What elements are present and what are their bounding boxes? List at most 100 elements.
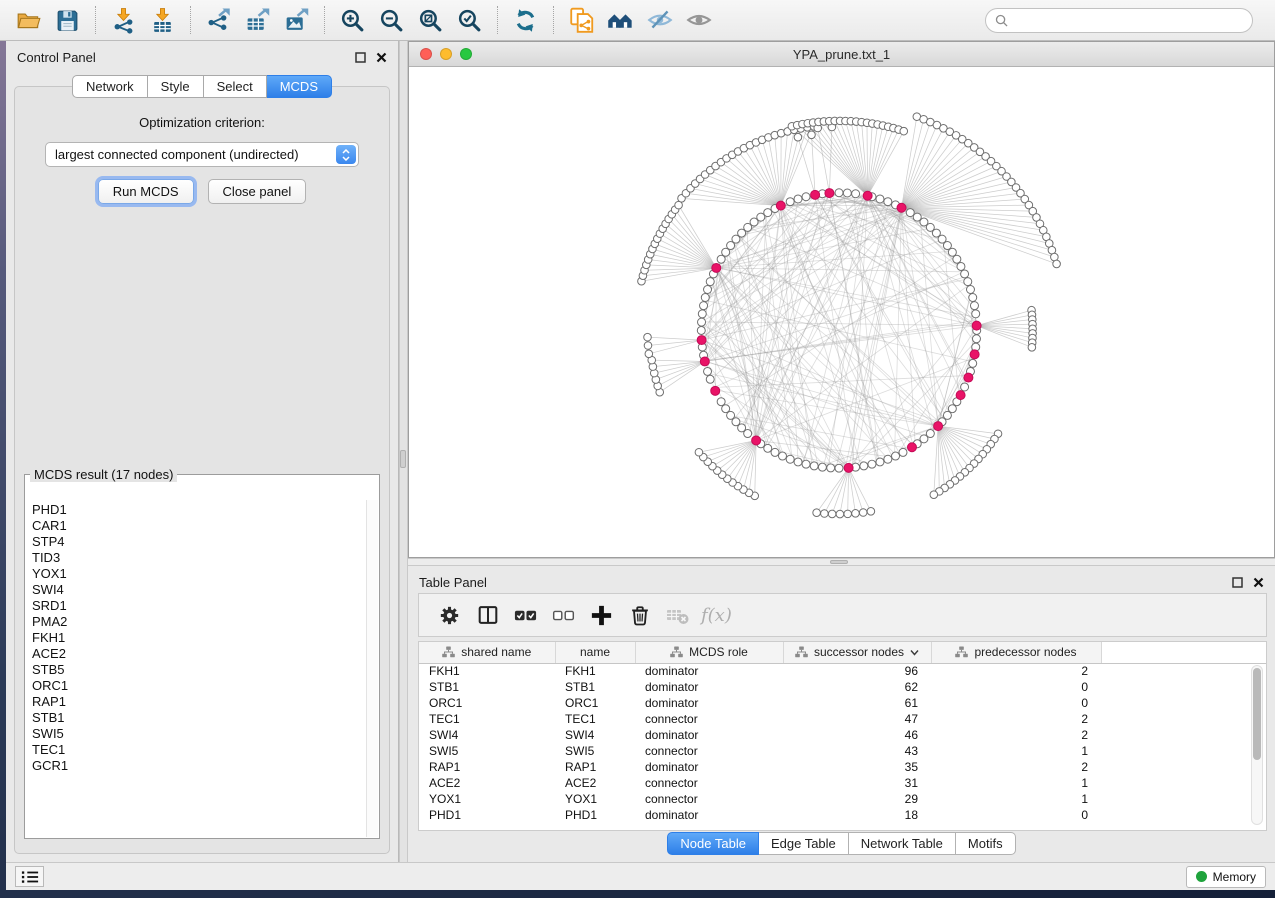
float-panel-icon[interactable] [1232, 577, 1243, 588]
control-panel-tabs: NetworkStyleSelectMCDS [6, 75, 398, 98]
tab-edge-table[interactable]: Edge Table [759, 832, 849, 855]
horizontal-splitter-handle[interactable] [830, 560, 848, 564]
table-settings-gear-icon[interactable] [435, 600, 464, 630]
tab-style[interactable]: Style [148, 75, 204, 98]
task-history-button[interactable] [15, 866, 44, 887]
tab-network-table[interactable]: Network Table [849, 832, 956, 855]
column-header-successor-nodes[interactable]: successor nodes [783, 642, 931, 663]
export-table-icon[interactable] [239, 4, 276, 37]
cell: ACE2 [419, 775, 555, 791]
mcds-result-item[interactable]: ORC1 [32, 678, 365, 694]
float-panel-icon[interactable] [355, 52, 366, 63]
hide-selected-icon[interactable] [641, 4, 678, 37]
table-row[interactable]: SWI5SWI5connector431 [419, 743, 1266, 759]
vertical-splitter-handle[interactable] [400, 450, 406, 468]
tab-mcds[interactable]: MCDS [267, 75, 332, 98]
run-mcds-button[interactable]: Run MCDS [98, 179, 194, 204]
delete-column-trash-icon[interactable] [625, 600, 654, 630]
horizontal-splitter[interactable] [408, 558, 1275, 566]
zoom-selected-icon[interactable] [451, 4, 488, 37]
save-session-button[interactable] [49, 4, 86, 37]
mcds-result-item[interactable]: ACE2 [32, 646, 365, 662]
table-row[interactable]: ACE2ACE2connector311 [419, 775, 1266, 791]
column-header-MCDS-role[interactable]: MCDS role [635, 642, 783, 663]
vertical-splitter[interactable] [399, 41, 408, 862]
mcds-result-item[interactable]: TID3 [32, 550, 365, 566]
select-all-rows-icon[interactable] [511, 600, 540, 630]
cell: PHD1 [555, 807, 635, 823]
mcds-result-item[interactable]: SWI4 [32, 582, 365, 598]
mcds-result-item[interactable]: RAP1 [32, 694, 365, 710]
network-canvas[interactable] [409, 67, 1274, 557]
table-row[interactable]: FKH1FKH1dominator962 [419, 663, 1266, 679]
table-row[interactable]: RAP1RAP1dominator352 [419, 759, 1266, 775]
dropdown-stepper-icon[interactable] [336, 145, 356, 164]
table-scrollbar[interactable] [1251, 665, 1263, 825]
cell: SWI5 [419, 743, 555, 759]
toolbar-separator [95, 6, 96, 34]
import-table-icon[interactable] [144, 4, 181, 37]
zoom-out-icon[interactable] [373, 4, 410, 37]
cell-filler [1101, 695, 1266, 711]
column-header-predecessor-nodes[interactable]: predecessor nodes [931, 642, 1101, 663]
criterion-dropdown[interactable]: largest connected component (undirected) [45, 142, 359, 167]
mcds-result-item[interactable]: STB5 [32, 662, 365, 678]
mcds-result-item[interactable]: PMA2 [32, 614, 365, 630]
table-row[interactable]: ORC1ORC1dominator610 [419, 695, 1266, 711]
refresh-layout-icon[interactable] [507, 4, 544, 37]
mcds-result-item[interactable]: FKH1 [32, 630, 365, 646]
table-row[interactable]: PHD1PHD1dominator180 [419, 807, 1266, 823]
table-row[interactable]: YOX1YOX1connector291 [419, 791, 1266, 807]
close-panel-button[interactable]: Close panel [208, 179, 307, 204]
select-columns-icon[interactable] [473, 600, 502, 630]
maximize-window-icon[interactable] [460, 48, 472, 60]
import-network-icon[interactable] [105, 4, 142, 37]
mcds-result-item[interactable]: CAR1 [32, 518, 365, 534]
mcds-result-item[interactable]: GCR1 [32, 758, 365, 774]
mcds-result-item[interactable]: TEC1 [32, 742, 365, 758]
mcds-result-item[interactable]: STP4 [32, 534, 365, 550]
mcds-result-item[interactable]: SWI5 [32, 726, 365, 742]
memory-button[interactable]: Memory [1186, 866, 1266, 888]
create-column-icon[interactable] [587, 600, 616, 630]
mcds-tab-content: Optimization criterion: largest connecte… [14, 86, 390, 854]
tab-select[interactable]: Select [204, 75, 267, 98]
zoom-fit-icon[interactable] [412, 4, 449, 37]
tab-motifs[interactable]: Motifs [956, 832, 1016, 855]
cell: dominator [635, 695, 783, 711]
cell: dominator [635, 759, 783, 775]
table-row[interactable]: TEC1TEC1connector472 [419, 711, 1266, 727]
close-panel-icon[interactable] [1253, 577, 1264, 588]
zoom-in-icon[interactable] [334, 4, 371, 37]
table-scrollbar-thumb[interactable] [1253, 668, 1261, 760]
search-input[interactable] [1014, 13, 1243, 27]
table-row[interactable]: SWI4SWI4dominator462 [419, 727, 1266, 743]
table-panel-tabs: Node TableEdge TableNetwork TableMotifs [408, 832, 1275, 855]
export-image-icon[interactable] [278, 4, 315, 37]
mcds-result-item[interactable]: YOX1 [32, 566, 365, 582]
export-network-icon[interactable] [200, 4, 237, 37]
network-window-titlebar[interactable]: YPA_prune.txt_1 [409, 42, 1274, 67]
cell: connector [635, 775, 783, 791]
network-graph[interactable] [409, 67, 1274, 557]
mcds-result-item[interactable]: SRD1 [32, 598, 365, 614]
deselect-all-rows-icon[interactable] [549, 600, 578, 630]
cell: dominator [635, 663, 783, 679]
open-session-button[interactable] [10, 4, 47, 37]
close-panel-icon[interactable] [376, 52, 387, 63]
result-list-scrollbar[interactable] [366, 500, 378, 837]
cell: STB1 [419, 679, 555, 695]
column-header-name[interactable]: name [555, 642, 635, 663]
column-header-shared-name[interactable]: shared name [419, 642, 555, 663]
first-neighbors-icon[interactable] [602, 4, 639, 37]
table-row[interactable]: STB1STB1dominator620 [419, 679, 1266, 695]
tab-network[interactable]: Network [72, 75, 148, 98]
show-all-icon[interactable] [680, 4, 717, 37]
duplicate-network-icon[interactable] [563, 4, 600, 37]
minimize-window-icon[interactable] [440, 48, 452, 60]
tab-node-table[interactable]: Node Table [667, 832, 759, 855]
mcds-result-item[interactable]: PHD1 [32, 502, 365, 518]
close-window-icon[interactable] [420, 48, 432, 60]
mcds-result-item[interactable]: STB1 [32, 710, 365, 726]
cell: 2 [931, 727, 1101, 743]
